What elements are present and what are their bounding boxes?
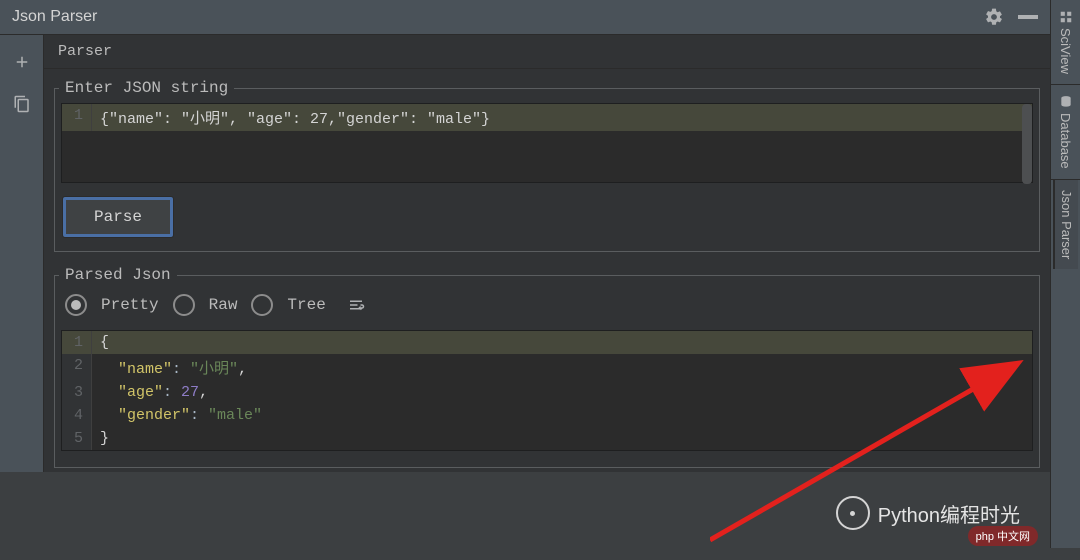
parser-tab-label: Parser <box>44 35 1050 69</box>
sciview-icon <box>1059 10 1073 24</box>
radio-tree[interactable] <box>251 294 273 316</box>
scrollbar[interactable] <box>1022 104 1032 184</box>
json-key: "name" <box>118 361 172 378</box>
line-number: 1 <box>62 104 92 131</box>
radio-pretty-label[interactable]: Pretty <box>101 296 159 314</box>
line-number: 4 <box>62 404 92 427</box>
parsed-json-viewer[interactable]: 1 { 2 "name": "小明", 3 "age": 27, 4 "gend… <box>61 330 1033 451</box>
radio-tree-label[interactable]: Tree <box>287 296 325 314</box>
parsed-json-section: Parsed Json Pretty Raw Tree 1 { <box>54 266 1040 468</box>
json-string: "male" <box>208 407 262 424</box>
right-tool-tabs: SciView Database Json Parser <box>1050 0 1080 548</box>
enter-json-legend: Enter JSON string <box>59 79 234 97</box>
radio-raw[interactable] <box>173 294 195 316</box>
line-number: 5 <box>62 427 92 450</box>
enter-json-section: Enter JSON string 1 {"name": "小明", "age"… <box>54 79 1040 252</box>
sidebar-item-json-parser[interactable]: Json Parser <box>1053 180 1078 269</box>
json-string: "小明" <box>190 361 238 378</box>
json-input-editor[interactable]: 1 {"name": "小明", "age": 27,"gender": "ma… <box>61 103 1033 183</box>
line-number: 3 <box>62 381 92 404</box>
wrap-icon[interactable] <box>346 296 366 314</box>
parsed-json-legend: Parsed Json <box>59 266 177 284</box>
wechat-icon <box>836 496 870 530</box>
json-key: "gender" <box>118 407 190 424</box>
php-badge: php 中文网 <box>968 526 1038 546</box>
brace-open: { <box>100 334 109 351</box>
watermark: Python编程时光 <box>836 496 1020 530</box>
brace-close: } <box>100 430 109 447</box>
gear-icon[interactable] <box>984 7 1004 27</box>
line-number: 1 <box>62 331 92 354</box>
database-icon <box>1059 95 1073 109</box>
left-toolbar <box>0 35 44 472</box>
radio-pretty[interactable] <box>65 294 87 316</box>
json-key: "age" <box>118 384 163 401</box>
hide-icon[interactable] <box>1018 15 1038 19</box>
add-tab-icon[interactable] <box>13 53 31 71</box>
radio-raw-label[interactable]: Raw <box>209 296 238 314</box>
copy-icon[interactable] <box>13 95 31 113</box>
tool-window-title: Json Parser <box>12 8 97 26</box>
json-input-line[interactable]: {"name": "小明", "age": 27,"gender": "male… <box>92 104 1032 131</box>
sidebar-item-database[interactable]: Database <box>1054 85 1077 179</box>
parse-button[interactable]: Parse <box>63 197 173 237</box>
line-number: 2 <box>62 354 92 381</box>
json-number: 27 <box>181 384 199 401</box>
sidebar-item-sciview[interactable]: SciView <box>1054 0 1077 84</box>
tool-window-header: Json Parser <box>0 0 1050 35</box>
watermark-text: Python编程时光 <box>878 499 1020 528</box>
